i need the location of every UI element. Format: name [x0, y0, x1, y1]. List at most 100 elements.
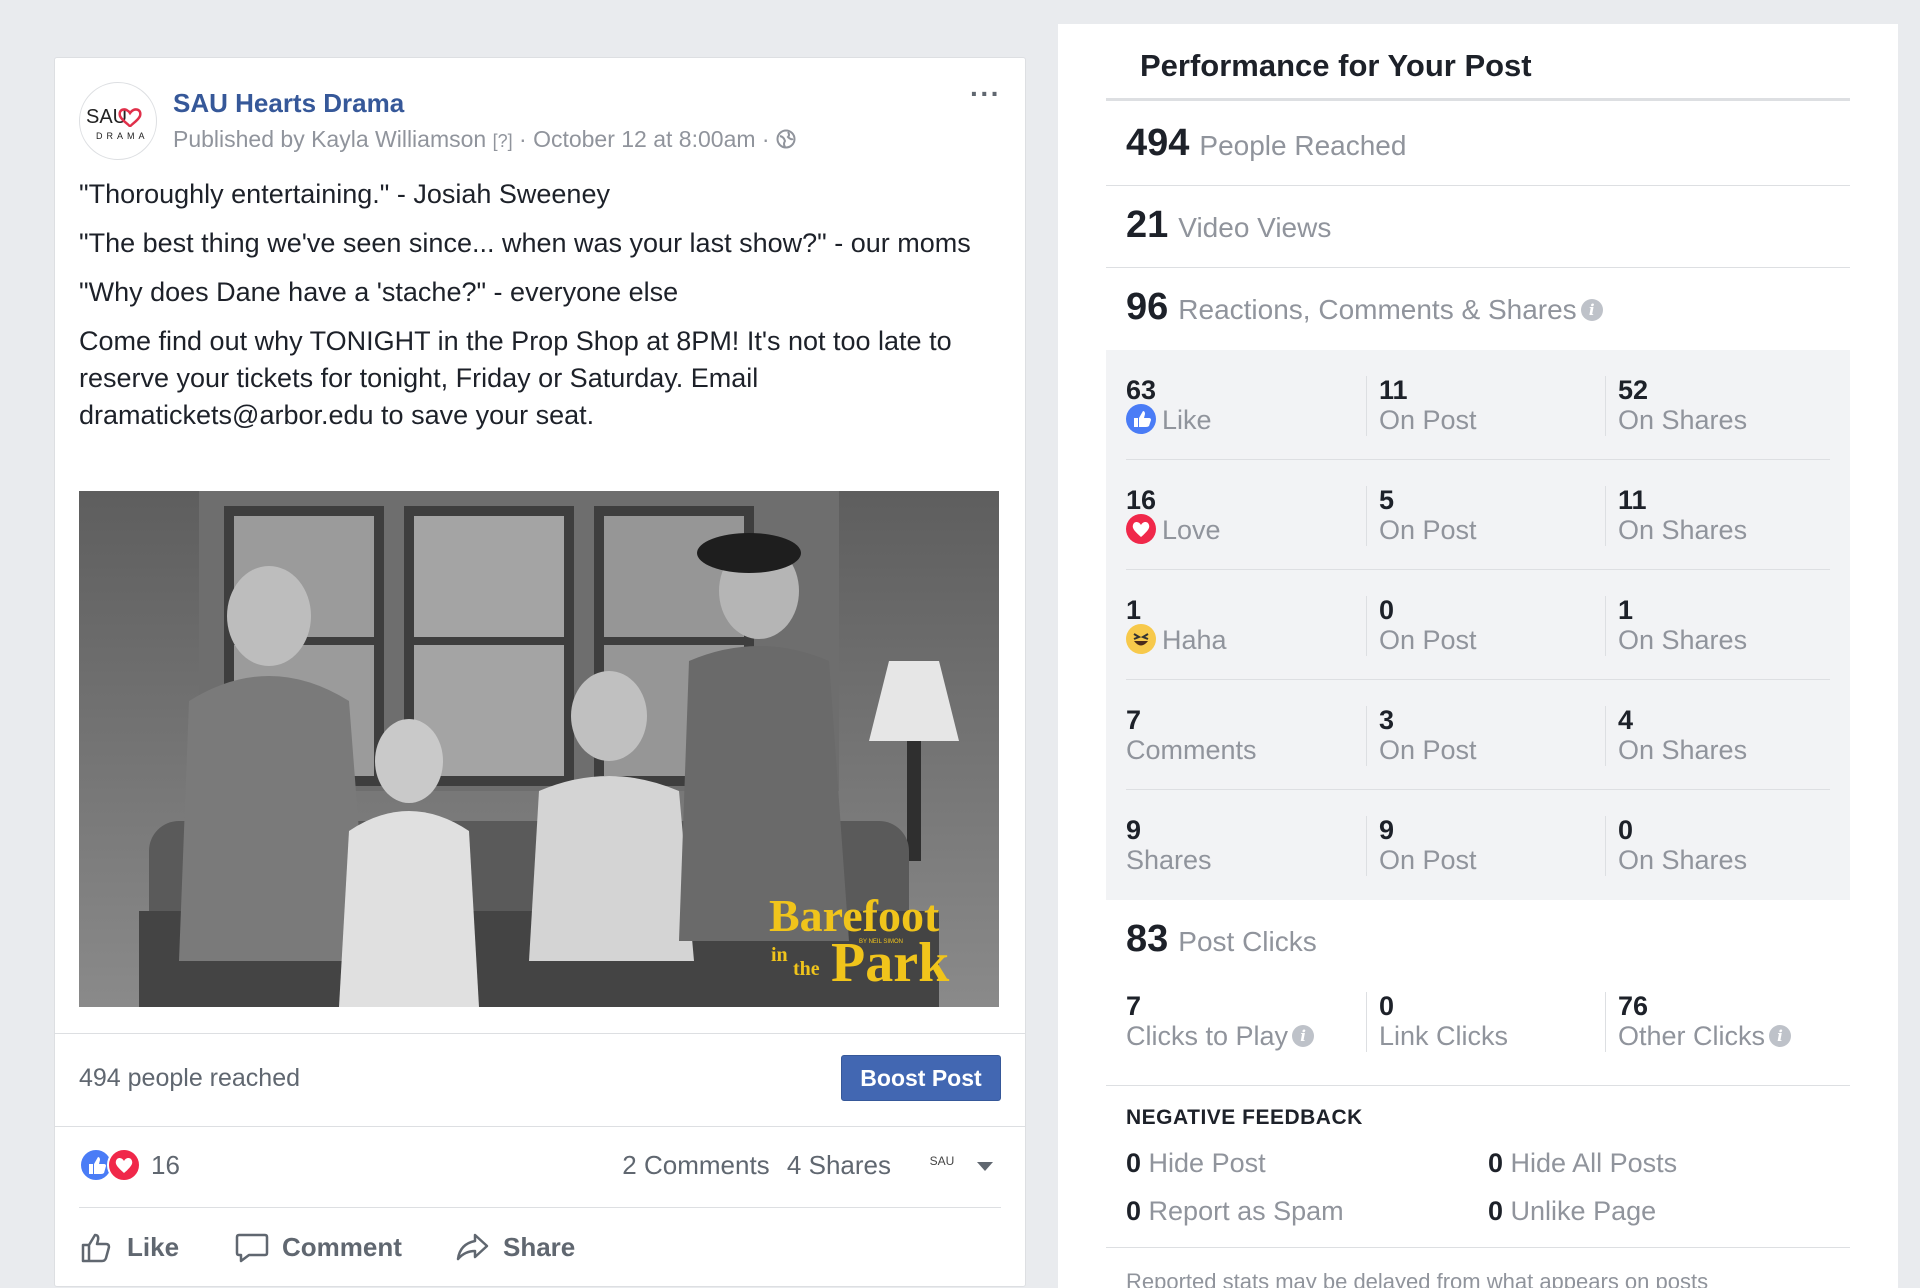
video-views-metric: 21 Video Views — [1126, 204, 1331, 247]
share-button[interactable]: Share — [455, 1224, 575, 1270]
on-shares-label: On Shares — [1618, 845, 1748, 875]
performance-panel: Performance for Your Post 494 People Reac… — [1058, 24, 1898, 1288]
actor-avatar[interactable]: SAU — [927, 1154, 957, 1168]
post-header: SAU DRAMA SAU Hearts Drama Published by … — [79, 80, 1001, 162]
boost-post-button[interactable]: Boost Post — [841, 1055, 1001, 1101]
link-clicks: 0 Link Clicks — [1366, 992, 1508, 1052]
people-reached-text[interactable]: 494 people reached — [79, 1064, 300, 1093]
post-video[interactable]: Barefoot in the Park BY NEIL SIMON — [79, 491, 999, 1007]
shares-on-post: 9 On Post — [1366, 816, 1477, 876]
engagement-number: 96 — [1126, 286, 1169, 328]
info-icon[interactable]: i — [1292, 1025, 1315, 1047]
haha-total: 1 Haha — [1126, 596, 1227, 656]
like-on-post: 11 On Post — [1366, 376, 1477, 436]
more-options-button[interactable]: ··· — [970, 80, 1001, 108]
video-title-the: the — [793, 958, 820, 980]
page-avatar[interactable]: SAU DRAMA — [79, 82, 157, 160]
other-clicks: 76 Other Clicks i — [1605, 992, 1792, 1052]
haha-on-shares-number: 1 — [1618, 595, 1634, 625]
haha-on-post-number: 0 — [1379, 595, 1395, 625]
breakdown-row-love: 16 Love 5 On Post 11 On Shares — [1126, 460, 1830, 570]
meta-separator: · — [519, 126, 527, 152]
shares-total-number: 9 — [1126, 815, 1142, 845]
shares-on-shares: 0 On Shares — [1605, 816, 1747, 876]
like-button[interactable]: Like — [79, 1224, 179, 1270]
post-date[interactable]: October 12 at 8:00am — [533, 126, 755, 152]
reactions-summary: 16 2 Comments 4 Shares SAU — [79, 1148, 1001, 1208]
video-views-number: 21 — [1126, 204, 1169, 246]
love-on-post-number: 5 — [1379, 485, 1395, 515]
love-on-shares: 11 On Shares — [1605, 486, 1747, 546]
engagement-breakdown: 63 Like 11 On Post 52 On Shares 16 Love … — [1106, 350, 1850, 900]
clicks-to-play: 7 Clicks to Play i — [1126, 991, 1315, 1052]
globe-icon[interactable] — [776, 129, 796, 149]
post-clicks-number: 83 — [1126, 918, 1169, 960]
clicks-to-play-number: 7 — [1126, 991, 1142, 1021]
published-by[interactable]: Published by Kayla Williamson — [173, 126, 486, 152]
clicks-to-play-label: Clicks to Play — [1126, 1021, 1289, 1051]
chevron-down-icon[interactable] — [977, 1162, 993, 1171]
post-paragraph: "The best thing we've seen since... when… — [79, 228, 971, 258]
love-reaction-icon — [107, 1148, 141, 1182]
breakdown-row-shares: 9 Shares 9 On Post 0 On Shares — [1126, 790, 1830, 900]
post-meta: Published by Kayla Williamson [?] · Octo… — [173, 126, 796, 153]
shares-on-shares-number: 0 — [1618, 815, 1634, 845]
on-shares-label: On Shares — [1618, 625, 1748, 655]
hide-post-stat: 0 Hide Post — [1126, 1148, 1266, 1179]
breakdown-row-comments: 7 Comments 3 On Post 4 On Shares — [1126, 680, 1830, 790]
comments-label: Comments — [1126, 735, 1257, 765]
on-post-label: On Post — [1379, 845, 1477, 875]
shares-label: Shares — [1126, 845, 1212, 875]
reaction-count[interactable]: 16 — [151, 1150, 180, 1181]
engagement-label: Reactions, Comments & Shares — [1178, 294, 1577, 325]
post-clicks-section: 83 Post Clicks 7 Clicks to Play i 0 Link C… — [1106, 900, 1850, 1086]
like-total: 63 Like — [1126, 376, 1212, 436]
people-reached-row: 494 People Reached — [1106, 104, 1850, 186]
love-on-shares-number: 11 — [1618, 485, 1647, 515]
post-paragraph: "Thoroughly entertaining." - Josiah Swee… — [79, 179, 610, 209]
thumbs-up-icon — [81, 1233, 111, 1263]
breakdown-row-haha: 1 Haha 0 On Post 1 On Shares — [1126, 570, 1830, 680]
shares-count-link[interactable]: 4 Shares — [787, 1150, 891, 1180]
like-label: Like — [1162, 405, 1212, 435]
engagement-row: 96 Reactions, Comments & Shares i — [1106, 268, 1850, 350]
info-icon[interactable]: i — [1580, 299, 1603, 321]
like-label: Like — [127, 1231, 180, 1262]
on-post-label: On Post — [1379, 735, 1477, 765]
page-name-link[interactable]: SAU Hearts Drama — [173, 88, 404, 119]
info-icon[interactable]: i — [1769, 1025, 1792, 1047]
hide-post-number: 0 — [1126, 1148, 1142, 1178]
like-on-shares-number: 52 — [1618, 375, 1649, 405]
comments-on-post-number: 3 — [1379, 705, 1395, 735]
engagement-metric: 96 Reactions, Comments & Shares i — [1126, 286, 1603, 329]
post-actions: Like Comment Share — [79, 1210, 1001, 1286]
help-marker[interactable]: [?] — [493, 131, 513, 151]
video-views-row: 21 Video Views — [1106, 186, 1850, 268]
people-reached-number: 494 — [1126, 122, 1190, 164]
comment-label: Comment — [282, 1231, 402, 1262]
shares-on-post-number: 9 — [1379, 815, 1395, 845]
comments-on-post: 3 On Post — [1366, 706, 1477, 766]
on-shares-label: On Shares — [1618, 405, 1748, 435]
love-on-post: 5 On Post — [1366, 486, 1477, 546]
comments-total: 7 Comments — [1126, 706, 1257, 766]
performance-title: Performance for Your Post — [1140, 48, 1532, 83]
video-frame: Barefoot in the Park BY NEIL SIMON — [79, 491, 999, 1007]
hide-all-posts-label: Hide All Posts — [1510, 1148, 1678, 1178]
negative-feedback-section: NEGATIVE FEEDBACK 0 Hide Post 0 Hide All… — [1106, 1086, 1850, 1248]
hide-all-posts-stat: 0 Hide All Posts — [1488, 1148, 1677, 1179]
comments-count-link[interactable]: 2 Comments — [622, 1150, 769, 1180]
reach-bar: 494 people reached Boost Post — [55, 1033, 1025, 1127]
comment-button[interactable]: Comment — [234, 1224, 402, 1270]
other-clicks-label: Other Clicks — [1618, 1021, 1766, 1051]
share-icon — [456, 1233, 489, 1261]
comments-on-shares-number: 4 — [1618, 705, 1634, 735]
report-spam-label: Report as Spam — [1148, 1196, 1344, 1226]
link-clicks-number: 0 — [1379, 991, 1395, 1021]
haha-label: Haha — [1162, 625, 1227, 655]
breakdown-row-like: 63 Like 11 On Post 52 On Shares — [1126, 350, 1830, 460]
report-spam-number: 0 — [1126, 1196, 1142, 1226]
title-divider — [1106, 98, 1850, 101]
like-total-number: 63 — [1126, 375, 1157, 405]
comment-icon — [235, 1233, 269, 1263]
